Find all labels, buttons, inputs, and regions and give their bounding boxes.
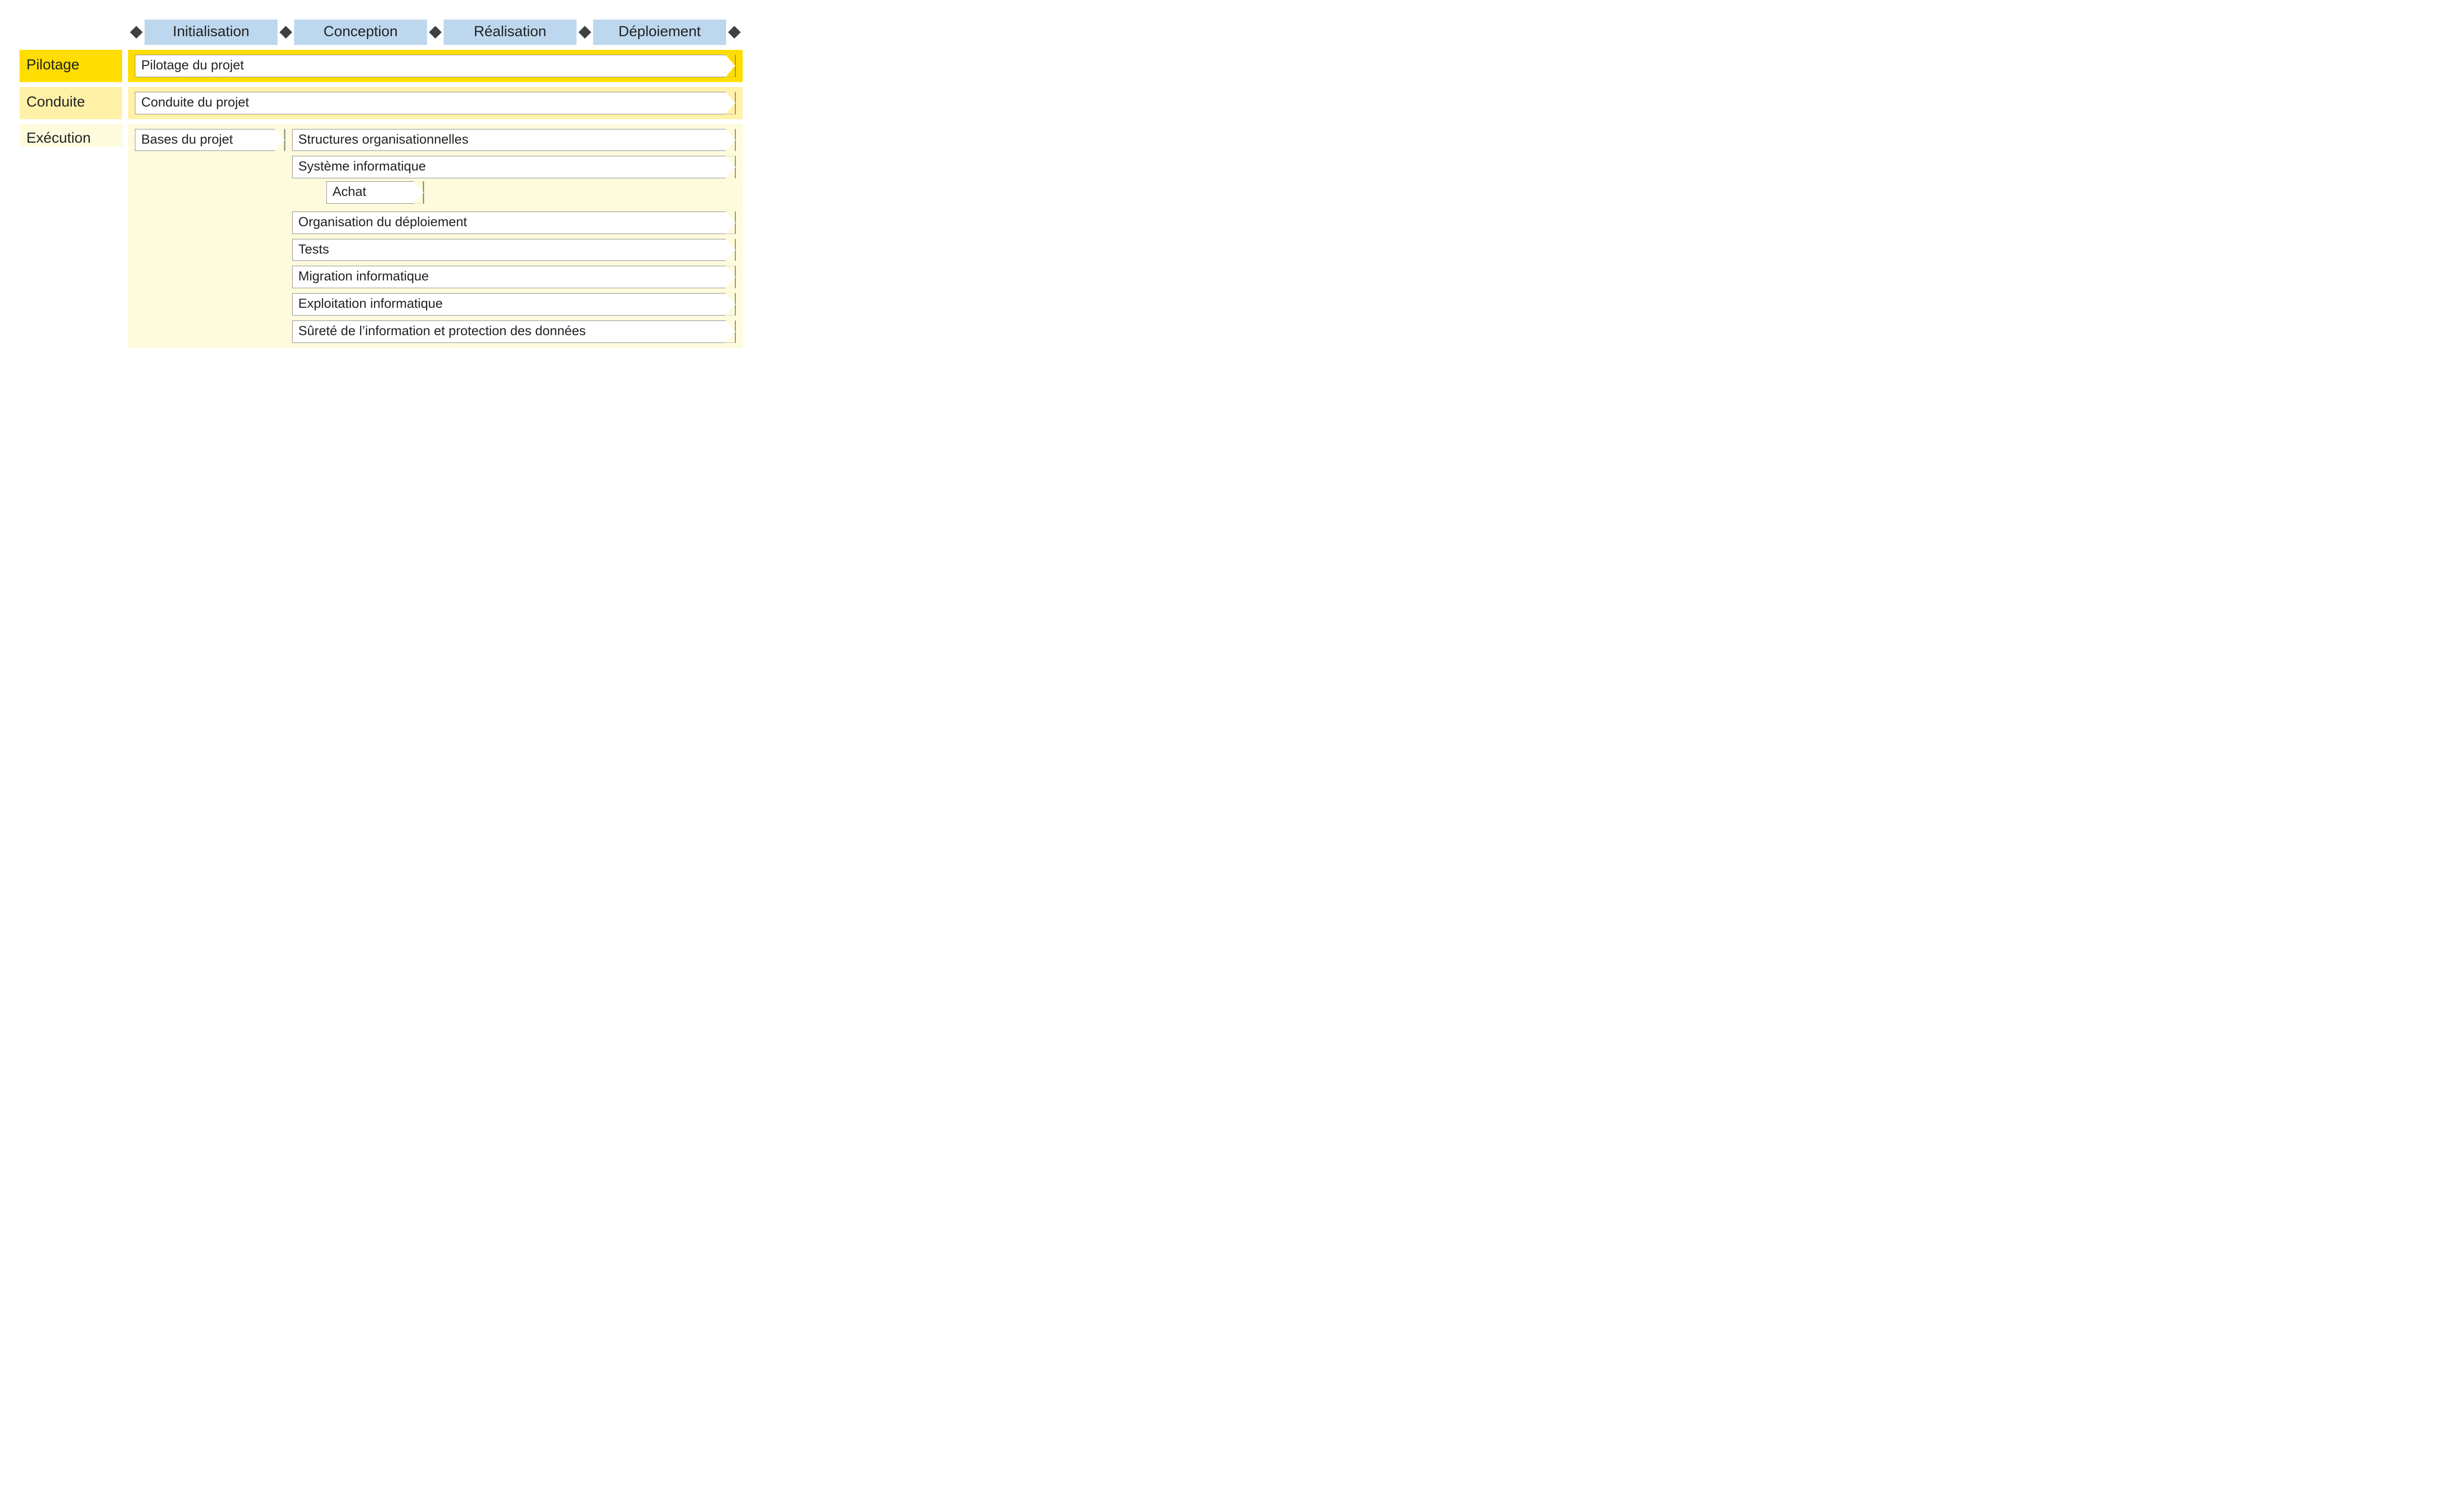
lane-label-conduite: Conduite [20, 87, 122, 119]
bar-organisation: Organisation du déploiement [292, 212, 736, 234]
phase-initialisation: Initialisation [145, 20, 278, 45]
lane-execution: Exécution Bases du projet Structures org… [20, 124, 743, 348]
phase-conception: Conception [294, 20, 427, 45]
lane-conduite: Conduite Conduite du projet [20, 87, 743, 119]
phase-deploiement: Déploiement [593, 20, 726, 45]
bar-structures: Structures organisationnelles [292, 129, 736, 151]
phase-cells: Initialisation Conception Réalisation Dé… [128, 20, 743, 45]
lane-pilotage: Pilotage Pilotage du projet [20, 50, 743, 82]
lane-label-pilotage: Pilotage [20, 50, 122, 82]
bar-pilotage-projet: Pilotage du projet [135, 55, 736, 77]
hermes-phase-diagram: Initialisation Conception Réalisation Dé… [20, 20, 743, 348]
milestone-diamond-icon [726, 20, 743, 45]
bar-systeme: Système informatique [292, 156, 736, 178]
milestone-diamond-icon [577, 20, 593, 45]
lane-label-execution-text: Exécution [26, 130, 91, 147]
lane-body-execution: Bases du projet Structures organisationn… [128, 124, 743, 348]
lane-label-execution: Exécution [20, 124, 122, 147]
milestone-diamond-icon [128, 20, 145, 45]
bar-exploitation: Exploitation informatique [292, 293, 736, 316]
phase-realisation: Réalisation [444, 20, 577, 45]
milestone-diamond-icon [278, 20, 294, 45]
bar-tests: Tests [292, 239, 736, 261]
bar-migration: Migration informatique [292, 266, 736, 288]
milestone-diamond-icon [427, 20, 444, 45]
lane-body-pilotage: Pilotage du projet [128, 50, 743, 82]
phase-header: Initialisation Conception Réalisation Dé… [20, 20, 743, 45]
bar-achat: Achat [326, 181, 424, 204]
bar-conduite-projet: Conduite du projet [135, 92, 736, 114]
bar-surete: Sûreté de l’information et protection de… [292, 320, 736, 343]
lane-body-conduite: Conduite du projet [128, 87, 743, 119]
phase-header-spacer [20, 20, 128, 45]
bar-bases-projet: Bases du projet [135, 129, 285, 151]
